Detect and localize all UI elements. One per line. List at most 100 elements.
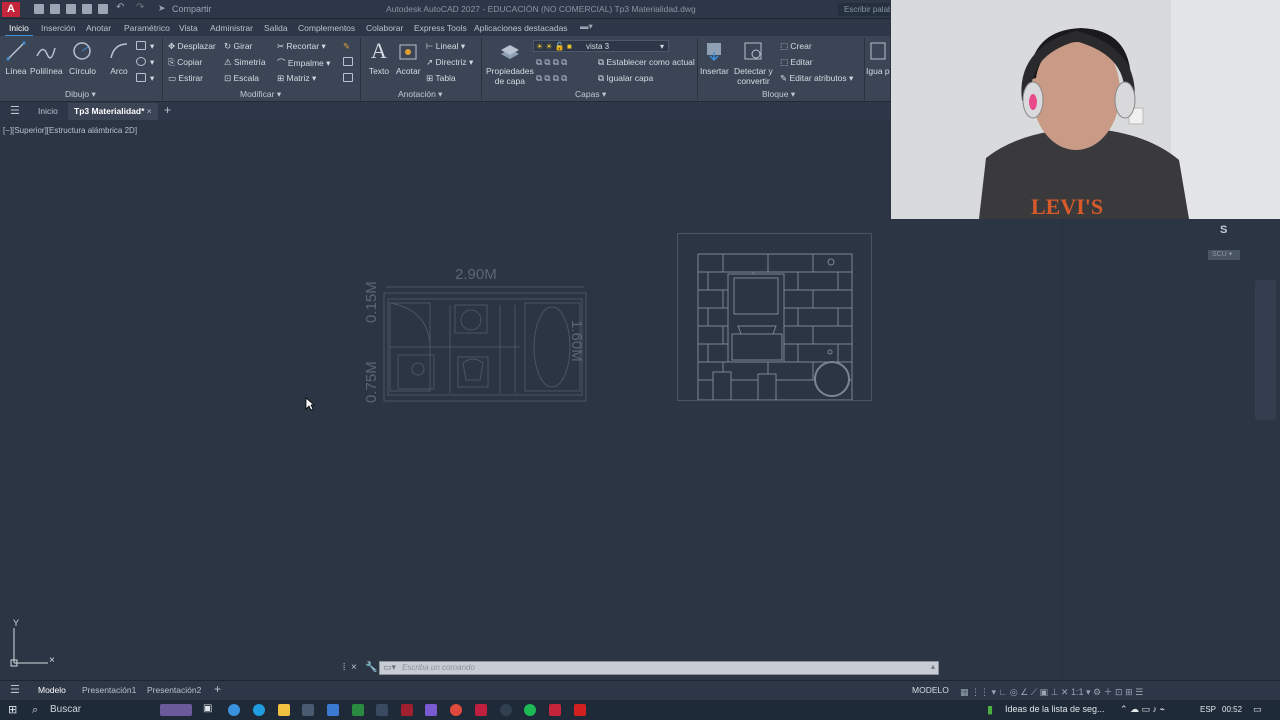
polyline-tool[interactable]: Polilínea xyxy=(30,40,63,76)
edit-block-button[interactable]: ⬚ Editar xyxy=(780,57,813,68)
array-tool[interactable]: ⊞ Matriz ▾ xyxy=(277,73,316,84)
layer-properties-button[interactable]: Propiedades de capa xyxy=(486,40,534,86)
system-tray-icons[interactable]: ⌃ ☁ ▭ ♪ ⌁ xyxy=(1120,704,1165,715)
spotify-icon[interactable] xyxy=(524,704,536,716)
command-line-input[interactable]: ▭▾ Escriba un comando ▴ xyxy=(379,661,939,675)
clock[interactable]: 00:52 xyxy=(1222,705,1242,714)
chrome-icon[interactable] xyxy=(450,704,462,716)
layer-tools-row2[interactable]: ⧉ ⧉ ⧉ ⧉ xyxy=(536,73,567,84)
copy-tool[interactable]: ⎘ Copiar xyxy=(168,57,202,68)
wcs-dropdown[interactable]: SCU ▾ xyxy=(1208,250,1240,260)
leader-tool[interactable]: ↗ Directriz ▾ xyxy=(426,57,473,68)
hatch-pattern-tool[interactable]: ▾ xyxy=(136,73,154,84)
circle-tool[interactable]: Círculo xyxy=(69,40,96,76)
task-view-icon[interactable]: ▣ xyxy=(203,703,215,715)
file-explorer-icon[interactable] xyxy=(278,704,290,716)
erase-tool[interactable]: ✎ xyxy=(343,41,350,52)
rectangle-tool[interactable]: ▾ xyxy=(136,41,154,52)
customize-wrench-icon[interactable]: 🔧 xyxy=(365,662,377,673)
notifications-icon[interactable]: ▭ xyxy=(1253,704,1262,715)
tab-inicio[interactable]: Inicio xyxy=(5,23,33,37)
save-icon[interactable] xyxy=(66,4,76,14)
tab-layout2[interactable]: Presentación2 xyxy=(147,685,201,695)
add-layout-button[interactable]: + xyxy=(214,682,221,696)
panel-title-annotation[interactable]: Anotación ▾ xyxy=(398,89,442,100)
fillet-tool[interactable]: ⌒ Empalme ▾ xyxy=(277,57,330,69)
autocad-app-button[interactable]: A xyxy=(2,2,20,17)
tab-anotar[interactable]: Anotar xyxy=(86,23,111,33)
layer-tools-row1[interactable]: ⧉ ⧉ ⧉ ⧉ xyxy=(536,57,567,68)
viewport-controls-label[interactable]: [−][Superior][Estructura alámbrica 2D] xyxy=(3,126,137,135)
edit-attributes-button[interactable]: ✎ Editar atributos ▾ xyxy=(780,73,853,84)
help-search-input[interactable]: Escribir palabra xyxy=(838,3,890,16)
close-command-line-icon[interactable]: × xyxy=(351,662,357,673)
open-file-icon[interactable] xyxy=(50,4,60,14)
language-indicator[interactable]: ESP xyxy=(1200,705,1216,714)
rotate-tool[interactable]: ↻ Girar xyxy=(224,41,252,52)
app-icon-7[interactable] xyxy=(574,704,586,716)
store-icon[interactable] xyxy=(302,704,314,716)
doc-tab-active[interactable]: Tp3 Materialidad* × xyxy=(68,103,158,120)
tab-layout1[interactable]: Presentación1 xyxy=(82,685,136,695)
mail-icon[interactable] xyxy=(327,704,339,716)
trim-tool[interactable]: ✂ Recortar ▾ xyxy=(277,41,326,52)
text-tool[interactable]: A Texto xyxy=(368,40,390,77)
hatch-tool[interactable]: ▾ xyxy=(136,57,154,68)
tab-colaborar[interactable]: Colaborar xyxy=(366,23,403,33)
dimension-tool[interactable]: Acotar xyxy=(396,40,421,76)
tab-complementos[interactable]: Complementos xyxy=(298,23,355,33)
new-file-icon[interactable] xyxy=(34,4,44,14)
menu-icon[interactable]: ☰ xyxy=(10,104,20,117)
table-tool[interactable]: ⊞ Tabla xyxy=(426,73,456,84)
app-icon-6[interactable] xyxy=(500,704,512,716)
widgets-icon[interactable] xyxy=(160,704,192,716)
floor-plan-drawing[interactable]: 2.90M 1.60M 0.15M 0.75M xyxy=(360,265,610,405)
create-block-button[interactable]: ⬚ Crear xyxy=(780,41,812,52)
autocad-taskbar-icon[interactable] xyxy=(549,704,561,716)
layout-menu-icon[interactable]: ☰ xyxy=(10,683,20,696)
panel-title-modify[interactable]: Modificar ▾ xyxy=(240,89,281,100)
panel-title-draw[interactable]: Dibujo ▾ xyxy=(65,89,96,100)
redo-icon[interactable]: ↷ xyxy=(136,2,146,13)
app-icon-4[interactable] xyxy=(425,704,437,716)
app-icon-5[interactable] xyxy=(475,704,487,716)
explode-tool[interactable] xyxy=(343,57,357,67)
command-line-grip-icon[interactable]: ⦙ xyxy=(343,662,345,673)
elevation-drawing[interactable] xyxy=(677,233,872,401)
undo-icon[interactable]: ↶ xyxy=(116,2,126,13)
app-icon-1[interactable] xyxy=(352,704,364,716)
share-button[interactable]: Compartir xyxy=(172,4,212,14)
taskbar-search[interactable]: ⌕ Buscar xyxy=(28,702,163,718)
model-space-button[interactable]: MODELO xyxy=(912,685,949,695)
tab-express-tools[interactable]: Express Tools xyxy=(414,23,467,33)
doc-tab-start[interactable]: Inicio xyxy=(38,106,58,116)
share-icon[interactable]: ➤ xyxy=(158,3,168,13)
detect-convert-button[interactable]: Detectar y convertir xyxy=(734,40,773,86)
match-layer-button[interactable]: ⧉ Igualar capa xyxy=(598,73,653,84)
windows-start-icon[interactable]: ⊞ xyxy=(8,703,17,716)
insert-block-button[interactable]: Insertar xyxy=(700,40,729,76)
save-as-icon[interactable] xyxy=(82,4,92,14)
stretch-tool[interactable]: ▭ Estirar xyxy=(168,73,203,84)
tab-insercion[interactable]: Inserción xyxy=(41,23,76,33)
match-properties-button[interactable]: Igua propie xyxy=(866,40,890,76)
scale-tool[interactable]: ⊡ Escala xyxy=(224,73,259,84)
viewcube-south-label[interactable]: S xyxy=(1220,224,1227,236)
navigation-bar[interactable] xyxy=(1255,280,1276,420)
tab-administrar[interactable]: Administrar xyxy=(210,23,253,33)
move-tool[interactable]: ✥ Desplazar xyxy=(168,41,216,52)
mirror-tool[interactable]: ⚠ Simetría xyxy=(224,57,266,68)
app-icon-3[interactable] xyxy=(401,704,413,716)
new-tab-button[interactable]: + xyxy=(164,103,171,117)
line-tool[interactable]: Línea xyxy=(5,40,27,76)
panel-title-layers[interactable]: Capas ▾ xyxy=(575,89,606,100)
command-history-icon[interactable]: ▴ xyxy=(931,662,935,671)
panel-title-block[interactable]: Bloque ▾ xyxy=(762,89,795,100)
set-current-layer-button[interactable]: ⧉ Establecer como actual xyxy=(598,57,695,68)
status-bar-icons[interactable]: ▦ ⋮⋮ ▾ ∟ ◎ ∠ ⟋ ▣ ⊥ ✕ 1:1 ▾ ⚙ ＋ ⊡ ⊞ ☰ xyxy=(960,685,1143,698)
ribbon-options-icon[interactable]: ▬▾ xyxy=(580,21,593,32)
offset-tool[interactable] xyxy=(343,73,357,83)
copilot-icon[interactable] xyxy=(228,704,240,716)
linear-dim-tool[interactable]: ⊢ Lineal ▾ xyxy=(426,41,465,52)
tab-aplicaciones-destacadas[interactable]: Aplicaciones destacadas xyxy=(474,23,568,33)
